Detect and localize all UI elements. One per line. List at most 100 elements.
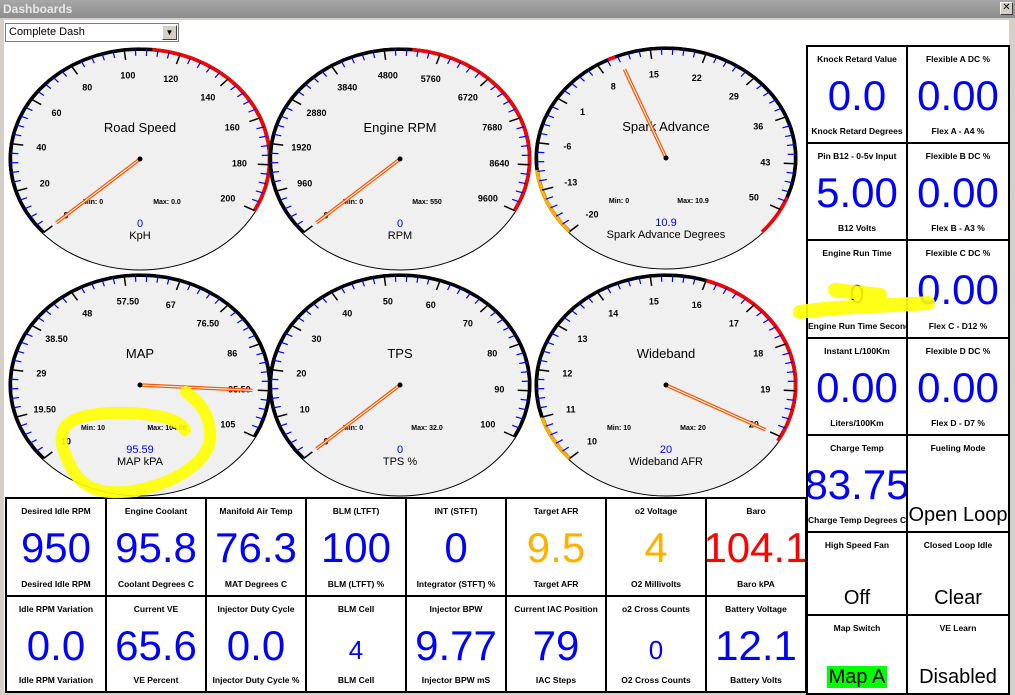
readout-value: 0.0 [806,73,908,119]
readout-title: Instant L/100Km [808,346,906,356]
readout-value: 0.00 [906,267,1010,313]
readout-title: Engine Run Time [808,248,906,258]
readout-unit: Knock Retard Degrees [808,126,906,136]
readout-value-text: 83.75 [806,461,908,508]
readout-title: Injector Duty Cycle [207,604,305,614]
readout-unit: Liters/100Km [808,418,906,428]
readout-value-text: 0 [444,524,467,571]
readout-title: Map Switch [808,623,906,633]
minor-tick [537,398,545,399]
readout-title: Current VE [107,604,205,614]
readout-value: 4 [305,627,407,673]
readout-title: BLM (LTFT) [307,506,405,516]
readout-value: Clear [906,584,1010,612]
gauge-tick-label: 86 [227,348,237,358]
readout-value: 100 [305,525,407,571]
gauge-tick-label: 8 [611,81,616,91]
gauge-tps: 0102030405060708090100TPSMin: 0Max: 32.0… [266,272,534,498]
gauge-title: TPS [387,346,413,361]
readout-baro: Baro104.1Baro kPA [705,497,807,597]
readout-title: Knock Retard Value [808,54,906,64]
gauge-tick-label: 30 [311,334,321,344]
readout-value-text: 65.6 [115,622,197,669]
gauge-tick-label: 90 [494,384,504,394]
readout-value-text: 100 [321,524,391,571]
readout-injector-duty-cycle: Injector Duty Cycle0.0Injector Duty Cycl… [205,595,307,693]
readout-unit: Integrator (STFT) % [407,579,505,589]
readout-value-text: 0 [649,635,663,665]
gauge-tick-label: 960 [297,179,312,189]
readout-value: 9.77 [405,623,507,669]
readout-value: 76.3 [205,525,307,571]
readout-value: 0 [405,525,507,571]
chevron-down-icon[interactable]: ▼ [162,25,177,40]
readout-map-switch: Map SwitchMap A [806,614,908,695]
readout-idle-rpm-variation: Idle RPM Variation0.0Idle RPM Variation [5,595,107,693]
readout-value-text: 0.00 [917,364,999,411]
major-tick [784,390,796,391]
gauge-hub [138,157,143,162]
dashboard-select[interactable]: Complete Dash ▼ [5,23,179,42]
readout-value: 0.00 [806,365,908,411]
gauge-max: Max: 20 [680,425,706,432]
readout-unit: MAT Degrees C [207,579,305,589]
readout-title: Flexible A DC % [908,54,1008,64]
readout-value-text: 0.0 [27,622,85,669]
readout-fueling-mode: Fueling ModeOpen Loop [906,434,1010,533]
gauge-tick-label: 76.50 [197,318,220,328]
gauge-units: Wideband AFR [629,456,703,468]
readout-title: Battery Voltage [707,604,805,614]
gauge-units: TPS % [383,456,417,468]
gauge-tick-label: 160 [225,122,240,132]
readout-title: INT (STFT) [407,506,505,516]
gauge-tick-label: 50 [383,296,393,306]
readout-battery-voltage: Battery Voltage12.1Battery Volts [705,595,807,693]
readout-value: 12.1 [705,623,807,669]
readout-flexible-b-dc-: Flexible B DC %0.00Flex B - A3 % [906,142,1010,241]
gauge-max: Max: 550 [412,199,442,206]
readout-title: Idle RPM Variation [7,604,105,614]
minor-tick [537,171,545,172]
readout-flexible-d-dc-: Flexible D DC %0.00Flex D - D7 % [906,337,1010,436]
gauge-hub [664,383,669,388]
gauge-value: 95.59 [126,444,154,456]
readout-title: Flexible D DC % [908,346,1008,356]
readout-unit: Engine Run Time Seconds [808,321,906,331]
gauge-tick-label: 60 [426,300,436,310]
gauge-value: 20 [660,444,672,456]
readout-title: Manifold Air Temp [207,506,305,516]
readout-value-text: 950 [21,524,91,571]
readout-title: Desired Idle RPM [7,506,105,516]
minor-tick [787,372,795,373]
minor-tick [271,398,279,399]
gauge-spark-advance: -20-13-618152229364350Spark AdvanceMin: … [532,45,800,271]
readout-title: Pin B12 - 0-5v Input [808,151,906,161]
readout-int-stft-: INT (STFT) 0 Integrator (STFT) % [405,497,507,597]
close-button[interactable]: ✕ [1000,2,1013,15]
readout-value: 95.8 [105,525,207,571]
gauge-min: Min: 10 [81,425,105,432]
readout-unit: Injector BPW mS [407,675,505,685]
gauge-tick-label: 12 [562,368,572,378]
readout-engine-run-time: Engine Run Time0Engine Run Time Seconds [806,239,908,339]
gauge-tick-label: 80 [82,82,92,92]
gauge-title: Engine RPM [364,120,437,135]
readout-title: Flexible C DC % [908,248,1008,258]
readout-unit: B12 Volts [808,223,906,233]
gauge-tick-label: 100 [480,420,495,430]
readout-unit: Injector Duty Cycle % [207,675,305,685]
readout-value-text: 0.00 [917,266,999,313]
gauge-tick-label: -20 [586,209,599,219]
readout-value: Off [806,584,908,612]
readout-injector-bpw: Injector BPW9.77Injector BPW mS [405,595,507,693]
readout-value-text: 0.0 [828,72,886,119]
gauge-tick-label: 36 [753,121,763,131]
readout-blm-ltft-: BLM (LTFT)100BLM (LTFT) % [305,497,407,597]
readout-value: 0 [605,627,707,673]
readout-unit: IAC Steps [507,675,605,685]
readout-value-text: 4 [349,635,363,665]
readout-value: 950 [5,525,107,571]
readout-unit: O2 Cross Counts [607,675,705,685]
readout-value-text: 76.3 [215,524,297,571]
readout-value: 5.00 [806,170,908,216]
